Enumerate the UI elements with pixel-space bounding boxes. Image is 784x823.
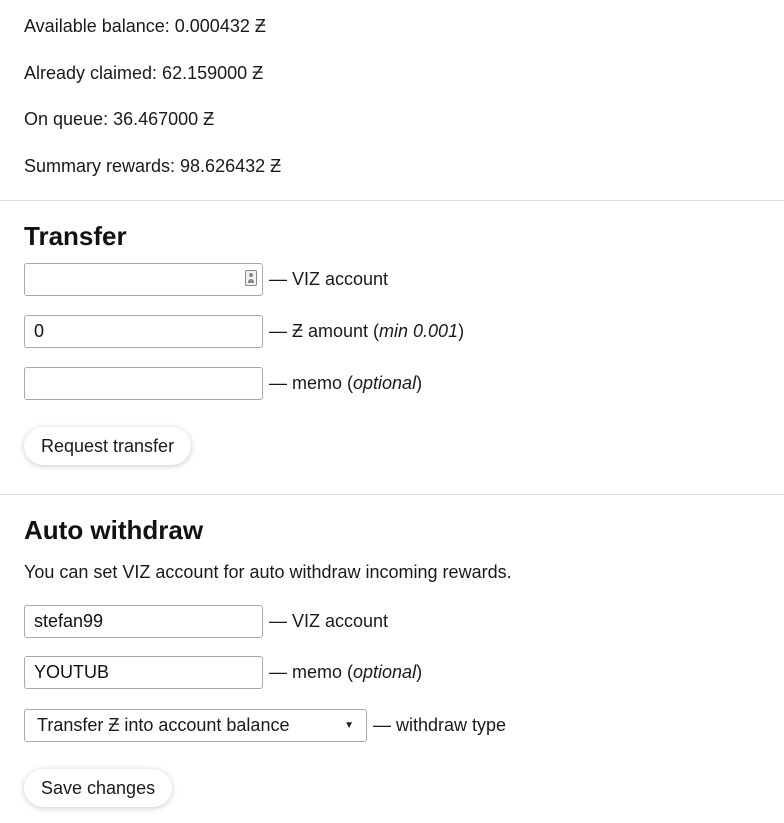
divider <box>0 494 784 495</box>
auto-withdraw-description: You can set VIZ account for auto withdra… <box>24 562 512 582</box>
withdraw-memo-label: — memo (optional) <box>269 662 422 683</box>
withdraw-memo-row: — memo (optional) <box>24 656 422 689</box>
withdraw-type-selected: Transfer Ƶ into account balance <box>37 715 290 735</box>
save-changes-button[interactable]: Save changes <box>24 769 173 807</box>
transfer-heading: Transfer <box>24 221 127 251</box>
transfer-account-input[interactable] <box>24 263 263 296</box>
contact-card-icon[interactable] <box>245 270 257 286</box>
withdraw-type-row: Transfer Ƶ into account balance ▼ — with… <box>24 709 506 742</box>
transfer-amount-label: — Ƶ amount (min 0.001) <box>269 321 464 342</box>
summary-rewards: Summary rewards: 98.626432 Ƶ <box>24 156 282 176</box>
divider <box>0 200 784 201</box>
transfer-account-field-wrap <box>24 263 263 296</box>
chevron-down-icon: ▼ <box>344 720 354 731</box>
amount-label-min: min 0.001 <box>379 321 459 341</box>
already-claimed: Already claimed: 62.159000 Ƶ <box>24 63 264 83</box>
memo-label-optional: optional <box>353 662 417 682</box>
memo-label-prefix: — memo ( <box>269 662 354 682</box>
withdraw-type-select[interactable]: Transfer Ƶ into account balance ▼ <box>24 709 367 742</box>
memo-label-suffix: ) <box>416 373 423 393</box>
transfer-memo-label: — memo (optional) <box>269 373 422 394</box>
transfer-amount-row: — Ƶ amount (min 0.001) <box>24 315 464 348</box>
transfer-account-label: — VIZ account <box>269 269 389 289</box>
withdraw-memo-input[interactable] <box>24 656 263 689</box>
memo-label-suffix: ) <box>416 662 423 682</box>
transfer-amount-input[interactable] <box>24 315 263 348</box>
memo-label-prefix: — memo ( <box>269 373 354 393</box>
withdraw-type-label: — withdraw type <box>373 715 507 735</box>
amount-label-prefix: — Ƶ amount ( <box>269 321 380 341</box>
withdraw-account-row: — VIZ account <box>24 605 388 638</box>
auto-withdraw-heading: Auto withdraw <box>24 515 204 545</box>
amount-label-suffix: ) <box>458 321 465 341</box>
on-queue: On queue: 36.467000 Ƶ <box>24 109 215 129</box>
transfer-account-row: — VIZ account <box>24 263 388 296</box>
withdraw-account-input[interactable] <box>24 605 263 638</box>
withdraw-account-label: — VIZ account <box>269 611 389 631</box>
memo-label-optional: optional <box>353 373 417 393</box>
transfer-memo-input[interactable] <box>24 367 263 400</box>
transfer-memo-row: — memo (optional) <box>24 367 422 400</box>
request-transfer-button[interactable]: Request transfer <box>24 427 192 465</box>
available-balance: Available balance: 0.000432 Ƶ <box>24 16 266 36</box>
